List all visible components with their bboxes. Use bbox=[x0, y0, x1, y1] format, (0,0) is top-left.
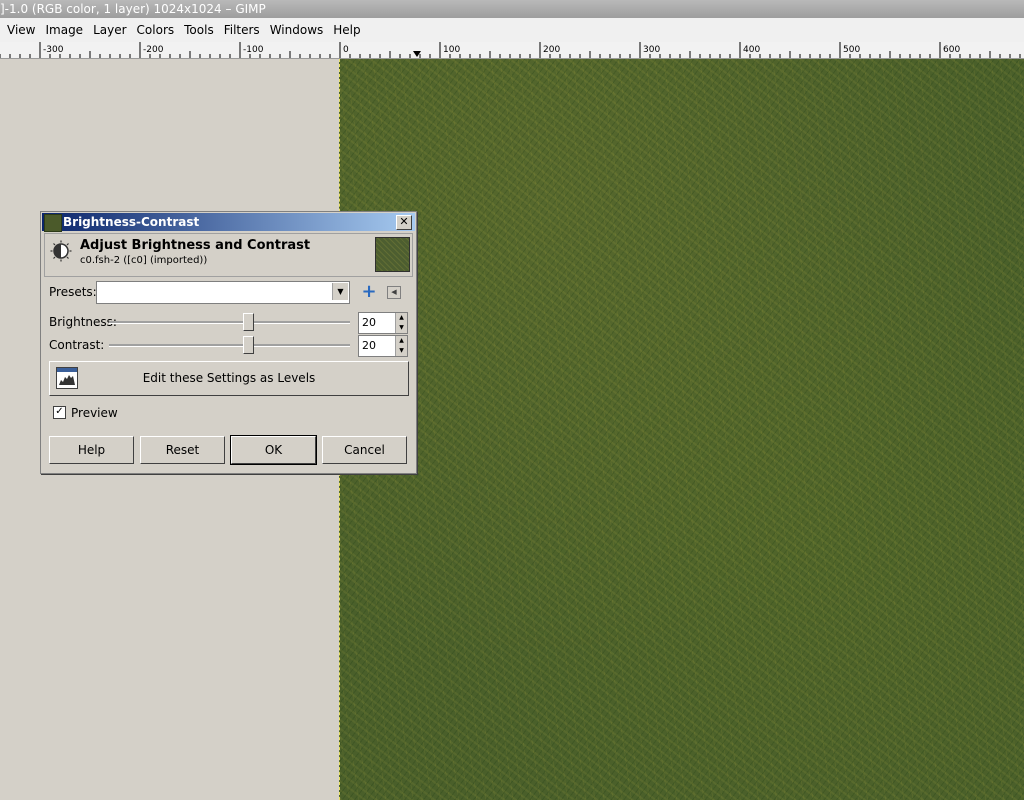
ruler-label: 300 bbox=[643, 45, 660, 55]
menu-help[interactable]: Help bbox=[328, 18, 365, 42]
help-button[interactable]: Help bbox=[49, 436, 134, 464]
image-canvas[interactable] bbox=[339, 59, 1024, 800]
ruler-label: 100 bbox=[443, 45, 460, 55]
brightness-spinbox[interactable]: 20 ▲ ▼ bbox=[358, 312, 408, 334]
dialog-title: Brightness-Contrast bbox=[63, 215, 200, 229]
dialog-app-icon bbox=[44, 214, 62, 232]
menu-filters[interactable]: Filters bbox=[219, 18, 265, 42]
presets-label: Presets: bbox=[49, 285, 97, 299]
contrast-slider-track[interactable] bbox=[109, 344, 350, 347]
dialog-header: Adjust Brightness and Contrast c0.fsh-2 … bbox=[44, 233, 413, 277]
brightness-slider-track[interactable] bbox=[109, 321, 350, 324]
window-title: ]-1.0 (RGB color, 1 layer) 1024x1024 – G… bbox=[0, 2, 266, 16]
menu-view[interactable]: View bbox=[0, 18, 40, 42]
ruler-label: -100 bbox=[243, 45, 264, 55]
brightness-slider-handle[interactable] bbox=[243, 313, 254, 331]
ruler-label: -200 bbox=[143, 45, 164, 55]
preset-menu-icon[interactable]: ◀ bbox=[387, 286, 401, 299]
menu-layer[interactable]: Layer bbox=[88, 18, 131, 42]
drawable-thumbnail bbox=[375, 237, 410, 272]
horizontal-ruler[interactable]: -300 -200 -100 0 100 200 300 400 500 600 bbox=[0, 42, 1024, 59]
menu-colors[interactable]: Colors bbox=[132, 18, 180, 42]
close-button[interactable]: ✕ bbox=[396, 215, 412, 230]
menu-tools[interactable]: Tools bbox=[179, 18, 219, 42]
contrast-slider-handle[interactable] bbox=[243, 336, 254, 354]
dialog-heading: Adjust Brightness and Contrast bbox=[80, 238, 311, 253]
ruler-label: 0 bbox=[343, 45, 349, 55]
ruler-label: 500 bbox=[843, 45, 860, 55]
add-preset-icon[interactable]: + bbox=[361, 283, 377, 301]
dialog-title-bar[interactable]: Brightness-Contrast ✕ bbox=[42, 213, 415, 232]
contrast-value[interactable]: 20 bbox=[362, 339, 376, 352]
preview-checkbox[interactable]: ✓ bbox=[53, 406, 66, 419]
brightness-contrast-dialog: Brightness-Contrast ✕ Adjust Brightness … bbox=[40, 211, 417, 474]
ruler-label: 200 bbox=[543, 45, 560, 55]
ruler-scale: -300 -200 -100 0 100 200 300 400 500 600 bbox=[0, 42, 1021, 58]
chevron-down-icon[interactable]: ▼ bbox=[332, 283, 348, 300]
menu-image[interactable]: Image bbox=[40, 18, 88, 42]
ruler-label: -300 bbox=[43, 45, 64, 55]
cancel-button[interactable]: Cancel bbox=[322, 436, 407, 464]
brightness-label: Brightness: bbox=[49, 315, 117, 329]
brightness-value[interactable]: 20 bbox=[362, 316, 376, 329]
reset-button[interactable]: Reset bbox=[140, 436, 225, 464]
menu-windows[interactable]: Windows bbox=[265, 18, 329, 42]
edit-as-levels-label: Edit these Settings as Levels bbox=[142, 371, 316, 385]
contrast-spinbox[interactable]: 20 ▲ ▼ bbox=[358, 335, 408, 357]
contrast-stepper-icon[interactable]: ▲ ▼ bbox=[395, 336, 407, 356]
ruler-label: 400 bbox=[743, 45, 760, 55]
contrast-label: Contrast: bbox=[49, 338, 105, 352]
window-title-bar: ]-1.0 (RGB color, 1 layer) 1024x1024 – G… bbox=[0, 0, 1024, 18]
preview-label[interactable]: Preview bbox=[71, 406, 118, 420]
edit-as-levels-button[interactable]: Edit these Settings as Levels bbox=[49, 361, 409, 396]
brightness-stepper-icon[interactable]: ▲ ▼ bbox=[395, 313, 407, 333]
ok-button[interactable]: OK bbox=[230, 435, 317, 465]
dialog-subheading: c0.fsh-2 ([c0] (imported)) bbox=[80, 255, 208, 266]
presets-combo[interactable]: ▼ bbox=[96, 281, 350, 304]
menu-bar: View Image Layer Colors Tools Filters Wi… bbox=[0, 18, 1024, 43]
brightness-contrast-icon bbox=[50, 240, 72, 262]
ruler-label: 600 bbox=[943, 45, 960, 55]
